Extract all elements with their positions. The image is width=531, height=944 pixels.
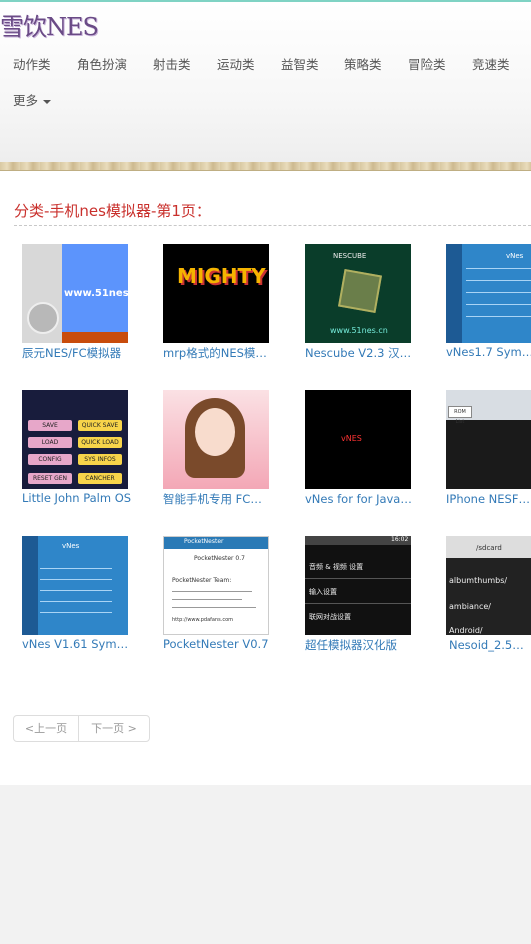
- main-content: 分类-手机nes模拟器-第1页： www.51nes 辰元NES/FC模拟器 M…: [0, 171, 531, 785]
- thumbnail-image[interactable]: vNES: [305, 390, 411, 489]
- thumb-text: NESCUBE: [333, 252, 367, 260]
- thumbnail-image[interactable]: [163, 390, 269, 489]
- section-title: 分类-手机nes模拟器-第1页：: [14, 200, 531, 226]
- thumbnail-image[interactable]: vNes: [446, 244, 531, 343]
- thumb-text: MIGHTY: [177, 264, 266, 288]
- nav-item-puzzle[interactable]: 益智类: [281, 54, 319, 73]
- list-item[interactable]: ROM List IPhone NESFC模拟器: [446, 390, 531, 507]
- list-item[interactable]: NESCUBE www.51nes.cn Nescube V2.3 汉化版: [305, 244, 435, 361]
- thumb-button: SYS INFOS: [78, 454, 122, 465]
- thumb-sidebar: [22, 536, 38, 635]
- item-title-link[interactable]: 超任模拟器汉化版: [305, 637, 415, 653]
- cube-icon: [337, 268, 383, 314]
- thumb-ground: [62, 332, 128, 343]
- list-item[interactable]: vNes vNes1.7 Symbian: [446, 244, 531, 359]
- item-title-link[interactable]: Little John Palm OS: [22, 491, 132, 505]
- list-item[interactable]: SAVE QUICK SAVE LOAD QUICK LOAD CONFIG S…: [22, 390, 152, 505]
- dpad-icon: [27, 302, 59, 334]
- thumb-button: SAVE: [28, 420, 72, 431]
- thumb-text: albumthumbs/: [449, 576, 508, 585]
- thumb-line: [172, 599, 242, 600]
- navbar: 雪饮NES 动作类 角色扮演 射击类 运动类 益智类 策略类 冒险类 竞速类 更…: [0, 2, 531, 162]
- thumb-list: [40, 558, 112, 618]
- thumbnail-image[interactable]: SAVE QUICK SAVE LOAD QUICK LOAD CONFIG S…: [22, 390, 128, 489]
- list-item[interactable]: PocketNester PocketNester 0.7 PocketNest…: [163, 536, 293, 651]
- prev-page-button[interactable]: <上一页: [13, 715, 79, 742]
- nav-item-rpg[interactable]: 角色扮演: [77, 54, 127, 73]
- thumb-text: Android/: [449, 626, 483, 635]
- thumb-line: [305, 603, 411, 604]
- thumbnail-image[interactable]: NESCUBE www.51nes.cn: [305, 244, 411, 343]
- thumb-text: 联网对战设置: [309, 613, 351, 621]
- list-item[interactable]: MIGHTY mrp格式的NES模拟器: [163, 244, 293, 361]
- thumb-button: ROM List: [448, 406, 472, 425]
- thumb-row: [466, 280, 531, 281]
- thumb-button: LOAD: [28, 437, 72, 448]
- item-title-link[interactable]: Nescube V2.3 汉化版: [305, 345, 415, 361]
- thumbnail-image[interactable]: www.51nes: [22, 244, 128, 343]
- thumb-button: QUICK SAVE: [78, 420, 122, 431]
- thumb-text: ambiance/: [449, 602, 491, 611]
- thumb-row: [466, 292, 531, 293]
- thumb-text: PocketNester: [184, 538, 224, 545]
- item-title-link[interactable]: vNes1.7 Symbian: [446, 345, 531, 359]
- nav-more-dropdown[interactable]: 更多: [13, 90, 52, 109]
- thumb-text: PocketNester 0.7: [194, 555, 245, 562]
- nav-item-action[interactable]: 动作类: [13, 54, 51, 73]
- thumb-text: vNes: [62, 542, 80, 550]
- thumb-line: [172, 607, 256, 608]
- site-logo[interactable]: 雪饮NES: [0, 7, 99, 42]
- thumb-row: [466, 316, 531, 317]
- thumb-text: 输入设置: [309, 588, 337, 596]
- thumb-button: CONFIG: [28, 454, 72, 465]
- item-title-link[interactable]: mrp格式的NES模拟器: [163, 345, 273, 361]
- item-title-link[interactable]: IPhone NESFC模拟器: [446, 491, 531, 507]
- thumb-text: 16:02: [391, 536, 409, 543]
- thumb-line: [305, 578, 411, 579]
- thumbnail-image[interactable]: PocketNester PocketNester 0.7 PocketNest…: [163, 536, 269, 635]
- nav-item-racing[interactable]: 竞速类: [472, 54, 510, 73]
- item-title-link[interactable]: Nesoid_2.5汉化版: [449, 637, 531, 653]
- list-item[interactable]: /sdcard albumthumbs/ ambiance/ Android/ …: [446, 536, 531, 653]
- item-title-link[interactable]: 智能手机专用 FC模拟器: [163, 491, 273, 507]
- nav-item-sports[interactable]: 运动类: [217, 54, 255, 73]
- thumb-text: PocketNester Team:: [172, 577, 232, 584]
- nav-more-label: 更多: [13, 93, 39, 108]
- caret-down-icon: [43, 99, 52, 104]
- list-item[interactable]: www.51nes 辰元NES/FC模拟器: [22, 244, 152, 361]
- item-title-link[interactable]: PocketNester V0.7: [163, 637, 273, 651]
- thumb-text: http://www.pdafans.com: [172, 617, 233, 623]
- thumb-row: [466, 304, 531, 305]
- item-title-link[interactable]: 辰元NES/FC模拟器: [22, 345, 132, 361]
- thumb-face: [195, 408, 235, 456]
- thumb-sidebar: [446, 244, 462, 343]
- nav-item-adventure[interactable]: 冒险类: [408, 54, 446, 73]
- thumbnail-image[interactable]: 16:02 音频 & 视频 设置 输入设置 联网对战设置: [305, 536, 411, 635]
- thumb-text: vNes: [506, 252, 524, 260]
- thumbnail-image[interactable]: MIGHTY: [163, 244, 269, 343]
- list-item[interactable]: vNes vNes V1.61 Symbian: [22, 536, 152, 651]
- item-title-link[interactable]: vNes for for Java手机: [305, 491, 415, 507]
- nav-item-shooting[interactable]: 射击类: [153, 54, 191, 73]
- thumb-text: /sdcard: [476, 544, 502, 552]
- thumb-button: QUICK LOAD: [78, 437, 122, 448]
- thumb-line: [172, 591, 252, 592]
- thumb-button: RESET GEN: [28, 473, 72, 484]
- item-title-link[interactable]: vNes V1.61 Symbian: [22, 637, 132, 651]
- next-page-button[interactable]: 下一页 >: [78, 715, 150, 742]
- thumb-button: CANCHER: [78, 473, 122, 484]
- wood-divider: [0, 162, 531, 171]
- list-item[interactable]: vNES vNes for for Java手机: [305, 390, 435, 507]
- thumbnail-image[interactable]: ROM List: [446, 390, 531, 489]
- thumb-row: [466, 268, 531, 269]
- thumb-text: www.51nes: [64, 288, 128, 299]
- nav-item-strategy[interactable]: 策略类: [344, 54, 382, 73]
- list-item[interactable]: 智能手机专用 FC模拟器: [163, 390, 293, 507]
- list-item[interactable]: 16:02 音频 & 视频 设置 输入设置 联网对战设置 超任模拟器汉化版: [305, 536, 435, 653]
- thumb-text: vNES: [341, 434, 362, 443]
- thumb-text: www.51nes.cn: [330, 326, 388, 335]
- thumb-text: 音频 & 视频 设置: [309, 563, 364, 571]
- thumbnail-image[interactable]: vNes: [22, 536, 128, 635]
- thumbnail-image[interactable]: /sdcard albumthumbs/ ambiance/ Android/: [446, 536, 531, 635]
